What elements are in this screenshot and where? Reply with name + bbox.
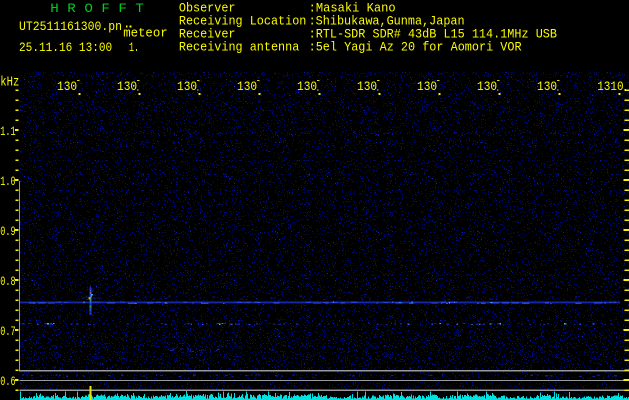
svg-text:UT2511161300.pn: UT2511161300.pn [19, 20, 122, 34]
svg-text:1.1: 1.1 [0, 124, 16, 139]
svg-text:130: 130 [297, 79, 317, 94]
svg-text:Receiving antenna: Receiving antenna [179, 41, 300, 55]
svg-text::5el Yagi Az 20 for Aomori VOR: :5el Yagi Az 20 for Aomori VOR [309, 41, 522, 55]
svg-text:130: 130 [57, 79, 77, 94]
svg-text:0.7: 0.7 [0, 324, 15, 339]
svg-text:130: 130 [237, 79, 257, 94]
svg-text:kHz: kHz [0, 75, 19, 90]
svg-text:1.: 1. [129, 41, 139, 55]
svg-text:0.8: 0.8 [0, 274, 15, 289]
svg-text:Receiving Location: Receiving Location [179, 15, 307, 29]
svg-text:1310: 1310 [597, 79, 623, 94]
svg-text:130: 130 [537, 79, 557, 94]
svg-text:0.9: 0.9 [0, 224, 15, 239]
svg-text:25.11.16 13:00: 25.11.16 13:00 [19, 41, 112, 55]
svg-text:Observer: Observer [179, 2, 236, 16]
svg-text:130: 130 [477, 79, 497, 94]
svg-text:130: 130 [357, 79, 377, 94]
svg-text:meteor: meteor [123, 27, 168, 41]
svg-text:130: 130 [117, 79, 137, 94]
svg-text:0.6: 0.6 [0, 374, 15, 389]
svg-text:H R O F F T: H R O F F T [50, 1, 144, 16]
svg-text::Shibukawa,Gunma,Japan: :Shibukawa,Gunma,Japan [309, 15, 465, 29]
svg-text:Receiver: Receiver [179, 28, 236, 42]
svg-text::RTL-SDR SDR# 43dB L15 114.1MH: :RTL-SDR SDR# 43dB L15 114.1MHz USB [309, 28, 558, 42]
svg-text:1.0: 1.0 [0, 174, 15, 189]
svg-text:130: 130 [417, 79, 437, 94]
svg-text::Masaki Kano: :Masaki Kano [309, 2, 396, 16]
svg-text:130: 130 [177, 79, 197, 94]
